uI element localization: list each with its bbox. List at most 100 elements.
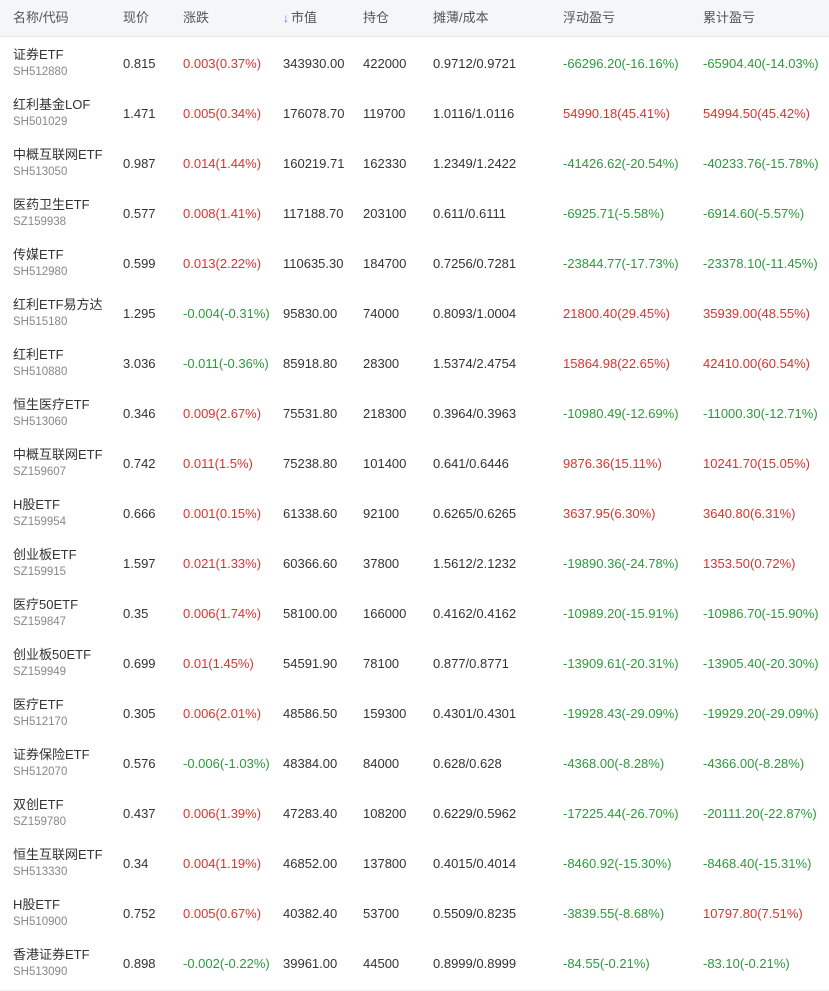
table-row[interactable]: 中概互联网ETF SZ159607 0.742 0.011(1.5%) 75238.80… [0, 440, 829, 491]
table-row[interactable]: 红利基金LOF SH501029 1.471 0.005(0.34%) 176078.7… [0, 90, 829, 141]
table-row[interactable]: H股ETF SH510900 0.752 0.005(0.67%) 40382.40 53… [0, 890, 829, 941]
cell-cost: 0.628/0.628 [433, 756, 502, 771]
cell-total-pl: -83.10(-0.21%) [703, 956, 790, 971]
cell-change: 0.004(1.19%) [183, 856, 262, 871]
cell-price: 0.699 [123, 656, 156, 671]
header-cost[interactable]: 摊薄/成本 [433, 0, 489, 36]
cell-market-value: 47283.40 [283, 806, 338, 821]
table-row[interactable]: 创业板50ETF SZ159949 0.699 0.01(1.45%) 54591.90… [0, 640, 829, 691]
header-change[interactable]: 涨跌 [183, 0, 209, 36]
fund-code: SZ159954 [13, 516, 67, 528]
cell-market-value: 58100.00 [283, 606, 338, 621]
cell-cost: 0.4162/0.4162 [433, 606, 517, 621]
table-row[interactable]: 医药卫生ETF SZ159938 0.577 0.008(1.41%) 117188.7… [0, 190, 829, 241]
cell-price: 0.987 [123, 156, 156, 171]
cell-total-pl: 35939.00(48.55%) [703, 306, 810, 321]
table-row[interactable]: 恒生互联网ETF SH513330 0.34 0.004(1.19%) 46852.00… [0, 840, 829, 891]
fund-code: SH512980 [13, 266, 68, 278]
table-row[interactable]: H股ETF SZ159954 0.666 0.001(0.15%) 61338.60 92… [0, 490, 829, 541]
cell-position: 84000 [363, 756, 400, 771]
fund-name: 创业板ETF [13, 547, 77, 562]
header-name-code[interactable]: 名称/代码 [13, 0, 69, 36]
cell-total-pl: -13905.40(-20.30%) [703, 656, 819, 671]
table-row[interactable]: 中概互联网ETF SH513050 0.987 0.014(1.44%) 160219.… [0, 140, 829, 191]
header-market-value[interactable]: ↓ 市值 [283, 0, 317, 36]
cell-market-value: 54591.90 [283, 656, 338, 671]
cell-total-pl: -6914.60(-5.57%) [703, 206, 805, 221]
cell-float-pl: -19928.43(-29.09%) [563, 706, 679, 721]
header-price[interactable]: 现价 [123, 0, 149, 36]
fund-code: SZ159915 [13, 566, 67, 578]
cell-float-pl: 9876.36(15.11%) [563, 456, 662, 471]
cell-market-value: 117188.70 [283, 206, 344, 221]
header-float-pl[interactable]: 浮动盈亏 [563, 0, 615, 36]
fund-code: SH513090 [13, 966, 68, 978]
cell-total-pl: 42410.00(60.54%) [703, 356, 810, 371]
fund-name: 恒生医疗ETF [13, 397, 90, 412]
cell-cost: 0.9712/0.9721 [433, 56, 517, 71]
cell-float-pl: -17225.44(-26.70%) [563, 806, 679, 821]
cell-float-pl: 21800.40(29.45%) [563, 306, 670, 321]
cell-change: 0.003(0.37%) [183, 56, 262, 71]
fund-name: 证券保险ETF [13, 747, 90, 762]
cell-position: 44500 [363, 956, 400, 971]
cell-float-pl: -13909.61(-20.31%) [563, 656, 679, 671]
cell-market-value: 176078.70 [283, 106, 345, 121]
fund-name: 红利ETF [13, 347, 64, 362]
fund-name: 中概互联网ETF [13, 447, 103, 462]
cell-position: 28300 [363, 356, 400, 371]
cell-position: 184700 [363, 256, 407, 271]
cell-price: 0.305 [123, 706, 156, 721]
cell-total-pl: -65904.40(-14.03%) [703, 56, 819, 71]
cell-market-value: 85918.80 [283, 356, 338, 371]
fund-name: 红利ETF易方达 [13, 297, 103, 312]
fund-name: 红利基金LOF [13, 97, 91, 112]
header-position[interactable]: 持仓 [363, 0, 389, 36]
cell-market-value: 60366.60 [283, 556, 338, 571]
cell-cost: 0.8999/0.8999 [433, 956, 517, 971]
cell-price: 0.666 [123, 506, 156, 521]
fund-name: 传媒ETF [13, 247, 64, 262]
fund-name: 中概互联网ETF [13, 147, 103, 162]
fund-code: SZ159938 [13, 216, 67, 228]
table-row[interactable]: 恒生医疗ETF SH513060 0.346 0.009(2.67%) 75531.80… [0, 390, 829, 441]
cell-total-pl: -19929.20(-29.09%) [703, 706, 819, 721]
table-row[interactable]: 红利ETF SH510880 3.036 -0.011(-0.36%) 85918.80… [0, 340, 829, 391]
cell-total-pl: -4366.00(-8.28%) [703, 756, 805, 771]
cell-change: 0.008(1.41%) [183, 206, 262, 221]
cell-cost: 0.4301/0.4301 [433, 706, 517, 721]
table-row[interactable]: 红利ETF易方达 SH515180 1.295 -0.004(-0.31%) 95830… [0, 290, 829, 341]
cell-float-pl: -10980.49(-12.69%) [563, 406, 679, 421]
cell-price: 0.742 [123, 456, 156, 471]
cell-price: 1.597 [123, 556, 156, 571]
fund-name: 证券ETF [13, 47, 64, 62]
header-total-pl[interactable]: 累计盈亏 [703, 0, 755, 36]
cell-position: 78100 [363, 656, 400, 671]
cell-total-pl: 54994.50(45.42%) [703, 106, 810, 121]
cell-market-value: 39961.00 [283, 956, 338, 971]
header-market-value-label: 市值 [291, 10, 318, 25]
cell-price: 1.295 [123, 306, 156, 321]
table-row[interactable]: 证券ETF SH512880 0.815 0.003(0.37%) 343930.00 4… [0, 40, 829, 91]
cell-change: 0.021(1.33%) [183, 556, 262, 571]
table-row[interactable]: 香港证券ETF SH513090 0.898 -0.002(-0.22%) 39961.… [0, 940, 829, 991]
cell-cost: 1.0116/1.0116 [433, 106, 515, 121]
table-row[interactable]: 证券保险ETF SH512070 0.576 -0.006(-1.03%) 48384.… [0, 740, 829, 791]
cell-change: 0.001(0.15%) [183, 506, 262, 521]
table-row[interactable]: 双创ETF SZ159780 0.437 0.006(1.39%) 47283.40 10… [0, 790, 829, 841]
cell-market-value: 75531.80 [283, 406, 338, 421]
table-row[interactable]: 医疗ETF SH512170 0.305 0.006(2.01%) 48586.50 15… [0, 690, 829, 741]
cell-float-pl: -66296.20(-16.16%) [563, 56, 679, 71]
cell-change: 0.006(2.01%) [183, 706, 262, 721]
fund-name: 创业板50ETF [13, 647, 92, 662]
table-row[interactable]: 创业板ETF SZ159915 1.597 0.021(1.33%) 60366.60 3… [0, 540, 829, 591]
cell-position: 203100 [363, 206, 407, 221]
fund-code: SZ159780 [13, 816, 67, 828]
cell-position: 108200 [363, 806, 407, 821]
cell-change: 0.006(1.39%) [183, 806, 262, 821]
table-row[interactable]: 医疗50ETF SZ159847 0.35 0.006(1.74%) 58100.00 1… [0, 590, 829, 641]
cell-cost: 0.7256/0.7281 [433, 256, 517, 271]
cell-price: 0.752 [123, 906, 156, 921]
table-row[interactable]: 传媒ETF SH512980 0.599 0.013(2.22%) 110635.30 1… [0, 240, 829, 291]
fund-name: 恒生互联网ETF [13, 847, 103, 862]
